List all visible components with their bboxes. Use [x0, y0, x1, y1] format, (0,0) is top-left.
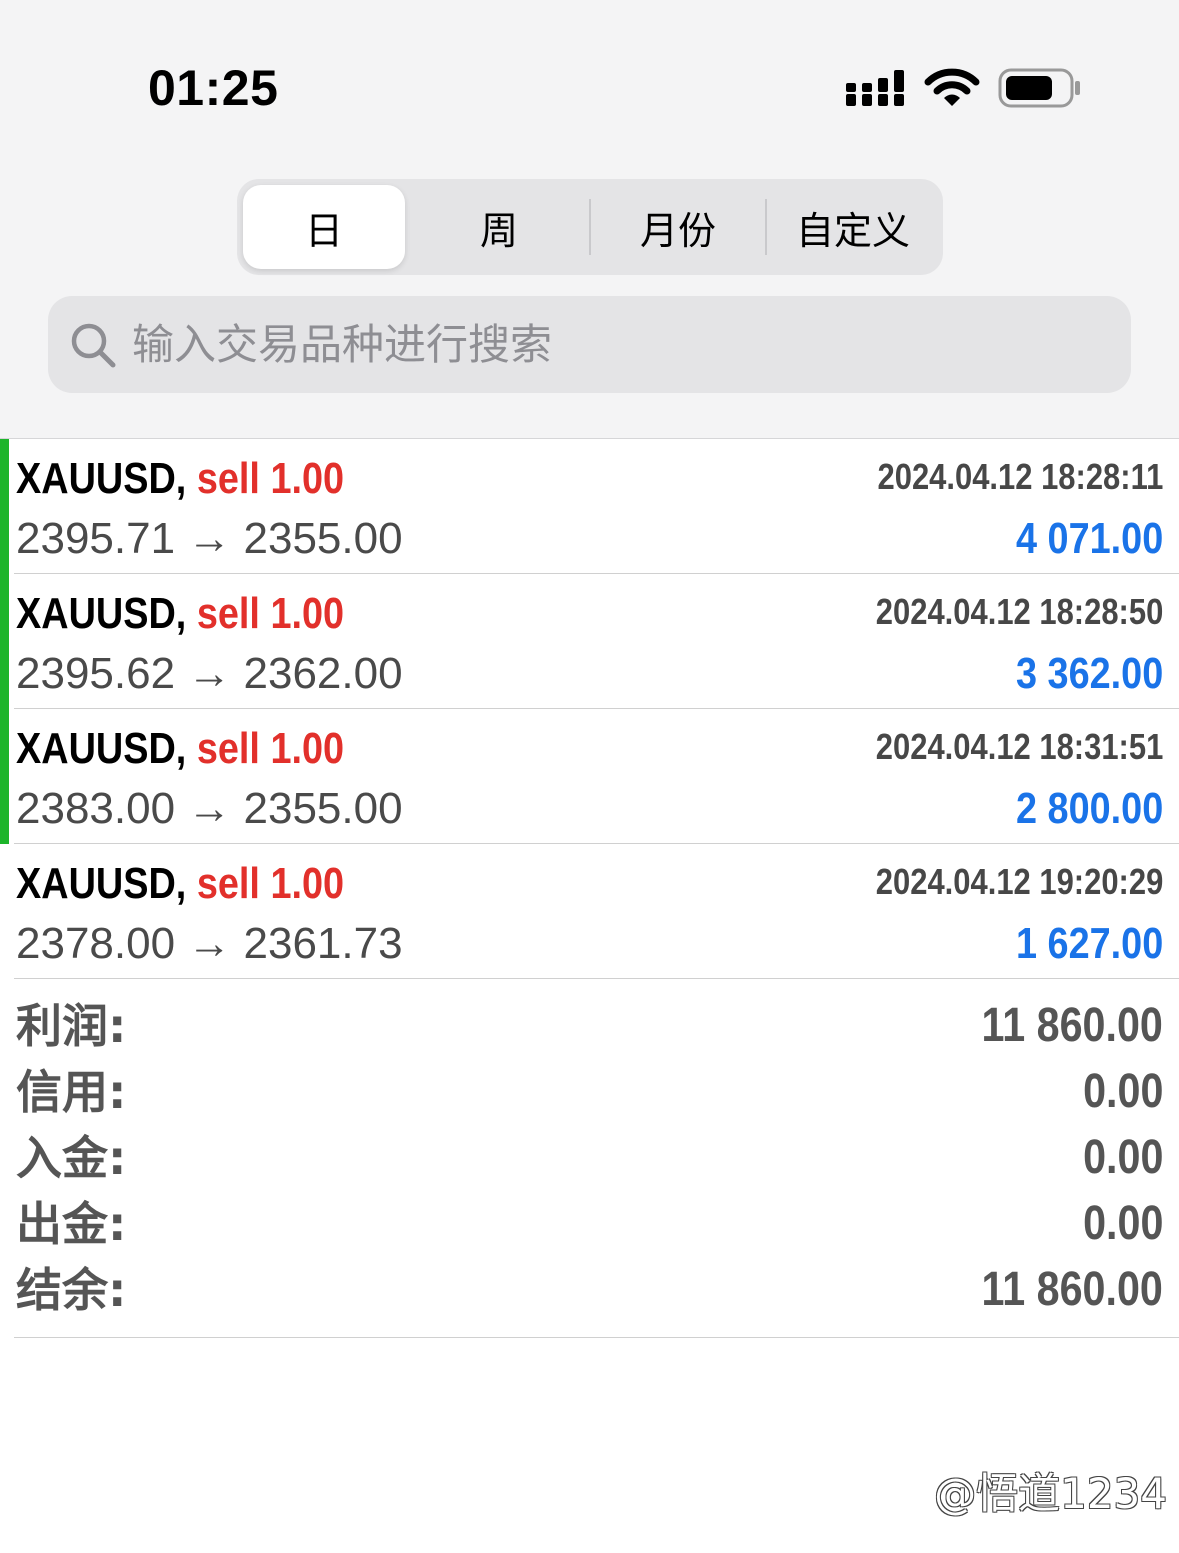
position-indicator-bar	[0, 709, 9, 844]
summary-value: 0.00	[1082, 1065, 1163, 1118]
summary-label: 利润:	[16, 999, 127, 1053]
trade-side-volume: sell 1.00	[196, 724, 345, 773]
summary-row-balance: 结余: 11 860.00	[0, 1259, 1179, 1321]
trade-row[interactable]: XAUUSD, sell 1.00 2024.04.12 18:31:51 23…	[0, 709, 1179, 844]
watermark: @悟道1234	[934, 1469, 1167, 1518]
trade-profit: 1 627.00	[1015, 919, 1163, 968]
search-icon	[71, 323, 116, 368]
trade-symbol: XAUUSD,	[16, 859, 187, 908]
trade-row[interactable]: XAUUSD, sell 1.00 2024.04.12 18:28:11 23…	[0, 439, 1179, 574]
trade-prices: 2378.00 → 2361.73	[16, 919, 403, 968]
trade-symbol: XAUUSD,	[16, 724, 187, 773]
trade-prices: 2395.62 → 2362.00	[16, 649, 403, 698]
search-input[interactable]	[132, 296, 1092, 393]
tab-custom[interactable]: 自定义	[767, 185, 939, 269]
summary-value: 11 860.00	[981, 999, 1163, 1052]
trade-profit: 4 071.00	[1015, 514, 1163, 563]
summary-label: 结余:	[16, 1263, 127, 1317]
trade-side-volume: sell 1.00	[196, 589, 345, 638]
trade-profit: 3 362.00	[1015, 649, 1163, 698]
position-indicator-bar	[0, 574, 9, 709]
summary-value: 0.00	[1082, 1131, 1163, 1184]
wifi-icon	[924, 68, 980, 106]
trade-side-volume: sell 1.00	[196, 859, 345, 908]
header-area: 01:25 日 周 月份 自定义	[0, 0, 1179, 439]
row-divider	[14, 978, 1179, 979]
trade-symbol: XAUUSD,	[16, 454, 187, 503]
trade-row[interactable]: XAUUSD, sell 1.00 2024.04.12 19:20:29 23…	[0, 844, 1179, 979]
trade-prices: 2395.71 → 2355.00	[16, 514, 403, 563]
period-segmented-control: 日 周 月份 自定义	[237, 179, 943, 275]
search-bar[interactable]	[48, 296, 1131, 393]
summary-label: 入金:	[16, 1131, 127, 1185]
trade-symbol-line: XAUUSD, sell 1.00	[16, 588, 344, 640]
summary-divider	[14, 1337, 1179, 1338]
trade-symbol-line: XAUUSD, sell 1.00	[16, 723, 344, 775]
tab-week[interactable]: 周	[409, 185, 589, 269]
trade-symbol-line: XAUUSD, sell 1.00	[16, 858, 344, 910]
cellular-signal-icon	[846, 70, 904, 106]
summary-row-withdrawal: 出金: 0.00	[0, 1193, 1179, 1255]
tab-month[interactable]: 月份	[591, 185, 765, 269]
status-time: 01:25	[148, 60, 279, 116]
trade-row[interactable]: XAUUSD, sell 1.00 2024.04.12 18:28:50 23…	[0, 574, 1179, 709]
summary-row-deposit: 入金: 0.00	[0, 1127, 1179, 1189]
battery-icon	[998, 68, 1080, 108]
trade-profit: 2 800.00	[1015, 784, 1163, 833]
summary-row-credit: 信用: 0.00	[0, 1061, 1179, 1123]
trade-datetime: 2024.04.12 18:28:50	[875, 591, 1163, 632]
trade-prices: 2383.00 → 2355.00	[16, 784, 403, 833]
trade-datetime: 2024.04.12 18:28:11	[877, 456, 1163, 497]
summary-label: 出金:	[16, 1197, 127, 1251]
trade-symbol: XAUUSD,	[16, 589, 187, 638]
trade-symbol-line: XAUUSD, sell 1.00	[16, 453, 344, 505]
position-indicator-bar	[0, 439, 9, 574]
trade-datetime: 2024.04.12 19:20:29	[875, 861, 1163, 902]
summary-value: 11 860.00	[981, 1263, 1163, 1316]
summary-value: 0.00	[1082, 1197, 1163, 1250]
tab-day[interactable]: 日	[243, 185, 405, 269]
trade-side-volume: sell 1.00	[196, 454, 345, 503]
trade-datetime: 2024.04.12 18:31:51	[875, 726, 1163, 767]
summary-row-profit: 利润: 11 860.00	[0, 995, 1179, 1057]
summary-label: 信用:	[16, 1065, 127, 1119]
